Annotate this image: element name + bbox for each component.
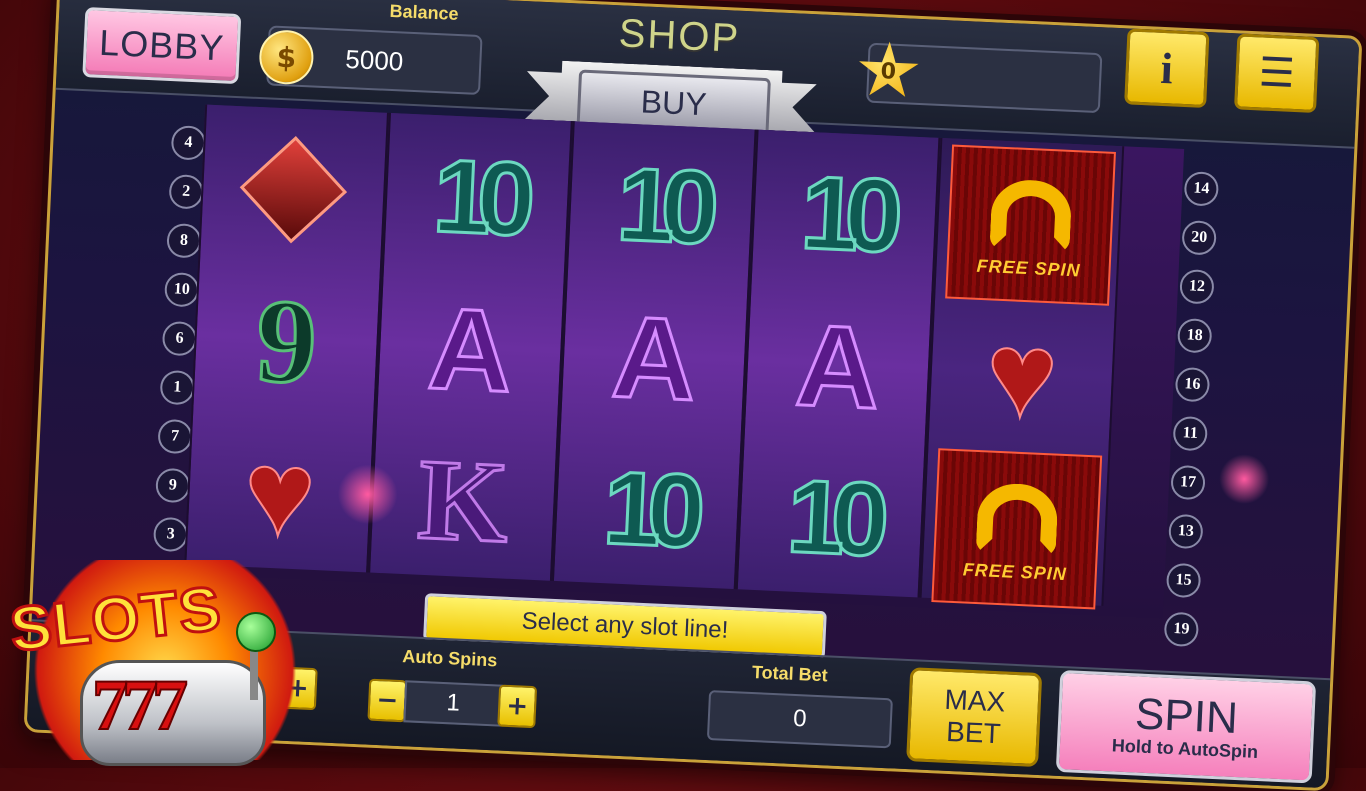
balance-label: Balance — [389, 0, 460, 24]
payline-number-right[interactable]: 19 — [1163, 611, 1200, 648]
free-spin-text: FREE SPIN — [962, 558, 1068, 584]
reel-3: 10 A 10 — [551, 121, 757, 590]
payline-number-left[interactable]: 8 — [166, 223, 202, 259]
free-spin-text: FREE SPIN — [976, 255, 1082, 280]
symbol-9: 9 — [252, 272, 321, 411]
payline-number-left[interactable]: 6 — [161, 320, 198, 357]
symbol-10: 10 — [797, 153, 893, 276]
payline-number-right[interactable]: 14 — [1183, 171, 1220, 207]
payline-number-right[interactable]: 15 — [1165, 562, 1202, 599]
menu-button[interactable]: ☰ — [1234, 33, 1320, 113]
logo-lever-knob — [236, 612, 276, 652]
symbol-K: K — [414, 434, 513, 569]
payline-number-left[interactable]: 7 — [157, 418, 193, 455]
symbol-10: 10 — [783, 456, 879, 579]
max-bet-line1: MAX — [943, 683, 1006, 718]
glow-decoration — [1218, 452, 1271, 506]
symbol-10: 10 — [613, 144, 709, 267]
payline-number-right[interactable]: 11 — [1172, 415, 1209, 452]
free-spin-symbol: FREE SPIN — [931, 448, 1103, 610]
stars-box — [865, 42, 1103, 114]
spin-button[interactable]: SPIN Hold to AutoSpin — [1055, 669, 1317, 784]
auto-spins-increase-button[interactable]: + — [497, 684, 538, 729]
payline-number-left[interactable]: 10 — [163, 271, 200, 308]
shop-label: SHOP — [617, 11, 742, 61]
symbol-10: 10 — [599, 448, 695, 571]
reel-5: FREE SPIN ♥ FREE SPIN — [919, 137, 1125, 610]
total-bet-label: Total Bet — [751, 661, 829, 686]
payline-number-right[interactable]: 16 — [1174, 366, 1211, 403]
payline-number-left[interactable]: 9 — [155, 467, 191, 504]
logo-777: 777 — [91, 664, 189, 746]
lobby-button[interactable]: LOBBY — [82, 7, 242, 85]
max-bet-button[interactable]: MAX BET — [906, 667, 1043, 768]
auto-spins-decrease-button[interactable]: − — [367, 678, 408, 723]
payline-number-left[interactable]: 1 — [159, 369, 196, 406]
free-spin-symbol: FREE SPIN — [945, 144, 1116, 306]
payline-number-right[interactable]: 18 — [1176, 317, 1213, 354]
symbol-A: A — [424, 282, 517, 419]
slots-777-logo: 777 SLOTS — [0, 560, 320, 768]
symbol-A: A — [608, 290, 701, 427]
payline-number-right[interactable]: 17 — [1170, 464, 1206, 501]
diamond-symbol — [200, 111, 387, 269]
payline-number-right[interactable]: 20 — [1181, 220, 1217, 256]
symbol-A: A — [792, 298, 885, 435]
max-bet-line2: BET — [945, 715, 1002, 750]
payline-number-right[interactable]: 12 — [1179, 269, 1215, 305]
heart-symbol: ♥ — [982, 305, 1061, 444]
auto-spins-label: Auto Spins — [401, 646, 498, 671]
auto-spins-value: 1 — [403, 680, 504, 727]
reel-area: 9 ♥ 10 A K 10 A 10 10 A 10 FREE SPIN ♥ FREE SPIN — [183, 104, 1185, 619]
payline-number-right[interactable]: 13 — [1168, 513, 1204, 550]
horseshoe-icon — [989, 177, 1073, 254]
reel-4: 10 A 10 — [735, 129, 941, 598]
payline-number-left[interactable]: 3 — [152, 516, 189, 553]
total-bet-value: 0 — [706, 690, 893, 749]
symbol-10: 10 — [429, 136, 525, 259]
info-button[interactable]: i — [1124, 28, 1210, 108]
reel-2: 10 A K — [368, 112, 573, 581]
horseshoe-icon — [975, 481, 1059, 558]
payline-number-left[interactable]: 4 — [170, 125, 207, 161]
payline-number-left[interactable]: 2 — [168, 174, 204, 210]
spin-label: SPIN — [1134, 688, 1239, 743]
